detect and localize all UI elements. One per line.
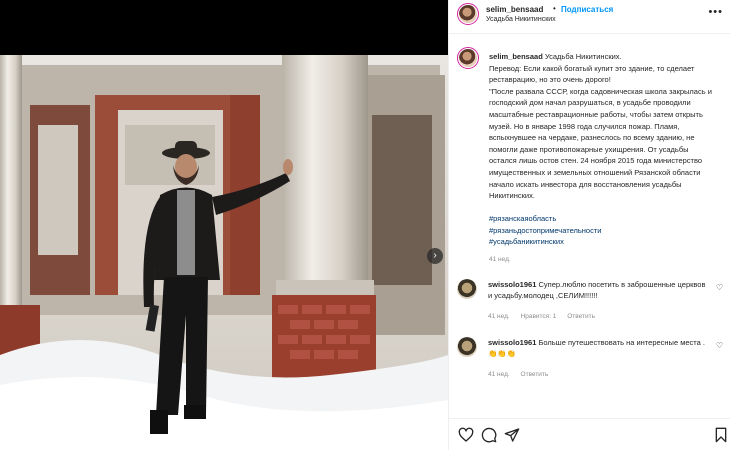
comment-reply-link[interactable]: Ответить — [567, 313, 595, 320]
caption-line: вспыхнувшее на чердаке, разнеслось по вс… — [489, 133, 695, 143]
comment-emoji: 👏👏👏 — [488, 349, 517, 358]
author-avatar[interactable] — [457, 3, 479, 25]
bookmark-icon[interactable] — [713, 427, 729, 443]
commenter-avatar[interactable] — [457, 279, 477, 299]
post-sidebar: selim_bensaad • Подписаться Усадьба Ники… — [448, 0, 730, 450]
caption-timestamp: 41 нед. — [489, 256, 511, 263]
comment-heart-icon[interactable]: ♡ — [716, 341, 723, 350]
caption-line: "После развала СССР, когда садовническая… — [489, 86, 712, 96]
post-photo[interactable] — [0, 55, 448, 450]
caption-line: помогли даже противопожарные ухищрения. … — [489, 144, 689, 154]
commenter-username[interactable]: swissolo1961 — [488, 338, 536, 347]
post-action-bar — [449, 418, 730, 450]
hashtag-link[interactable]: #рязанскаяобласть — [489, 213, 601, 225]
caption-line: Перевод: Если какой богатый купит это зд… — [489, 63, 695, 73]
comment-reply-link[interactable]: Ответить — [521, 371, 549, 378]
hashtag-link[interactable]: #усадьбаникитинских — [489, 236, 601, 248]
post-media: › 2016.08 — [0, 0, 448, 450]
caption-line: музей. Но в январе 1998 года случился по… — [489, 121, 680, 131]
caption-line: Никитинских. — [489, 191, 535, 201]
share-icon[interactable] — [504, 427, 520, 443]
next-photo-button[interactable]: › — [427, 248, 443, 264]
comment-likes-link[interactable]: Нравится: 1 — [521, 313, 557, 320]
heart-icon[interactable] — [458, 427, 474, 443]
more-horizontal-icon[interactable]: ••• — [708, 6, 723, 18]
author-username[interactable]: selim_bensaad — [486, 5, 543, 14]
photo-watermark: 2016.08 — [376, 426, 413, 437]
caption-username[interactable]: selim_bensaad — [489, 52, 543, 61]
comment-heart-icon[interactable]: ♡ — [716, 283, 723, 292]
commenter-avatar[interactable] — [457, 337, 477, 357]
hashtag-list: #рязанскаяобласть #рязаньдостопримечател… — [489, 213, 601, 248]
comment-meta: 41 нед. Ответить — [488, 371, 557, 378]
caption-line: реставрацию, но это очень дорого! — [489, 75, 611, 85]
caption-line: начало искать инвестора для восстановлен… — [489, 179, 682, 189]
comment-text: swissolo1961 Больше путешествовать на ин… — [488, 337, 708, 359]
hashtag-link[interactable]: #рязаньдостопримечательности — [489, 225, 601, 237]
caption-avatar[interactable] — [457, 47, 479, 69]
post-location[interactable]: Усадьба Никитинских — [486, 16, 556, 23]
commenter-username[interactable]: swissolo1961 — [488, 280, 536, 289]
ruined-manor-photo — [0, 55, 448, 450]
comment-icon[interactable] — [481, 427, 497, 443]
caption-line: господский дом начал разрушаться, в усад… — [489, 98, 691, 108]
comment-timestamp: 41 нед. — [488, 371, 510, 378]
comment-body: Больше путешествовать на интересные мест… — [538, 338, 705, 347]
header-separator: • — [553, 4, 556, 13]
caption-line: имущественных и земельных отношений Ряза… — [489, 167, 701, 177]
post-header: selim_bensaad • Подписаться Усадьба Ники… — [449, 0, 730, 34]
post-caption: selim_bensaad Усадьба Никитинских. Перев… — [489, 51, 721, 202]
caption-line: масштабные реставрационные работы, чтобы… — [489, 109, 703, 119]
comment-timestamp: 41 нед. — [488, 313, 510, 320]
caption-line: остался лишь остов стен. 24 ноября 2015 … — [489, 156, 703, 166]
follow-button[interactable]: Подписаться — [561, 5, 613, 14]
comment-text: swissolo1961 Супер.люблю посетить в забр… — [488, 279, 708, 301]
caption-title: Усадьба Никитинских. — [544, 52, 622, 61]
comment-meta: 41 нед. Нравится: 1 Ответить — [488, 313, 604, 320]
chevron-right-icon: › — [433, 250, 437, 261]
comments-scroll-area[interactable]: selim_bensaad Усадьба Никитинских. Перев… — [449, 35, 730, 418]
